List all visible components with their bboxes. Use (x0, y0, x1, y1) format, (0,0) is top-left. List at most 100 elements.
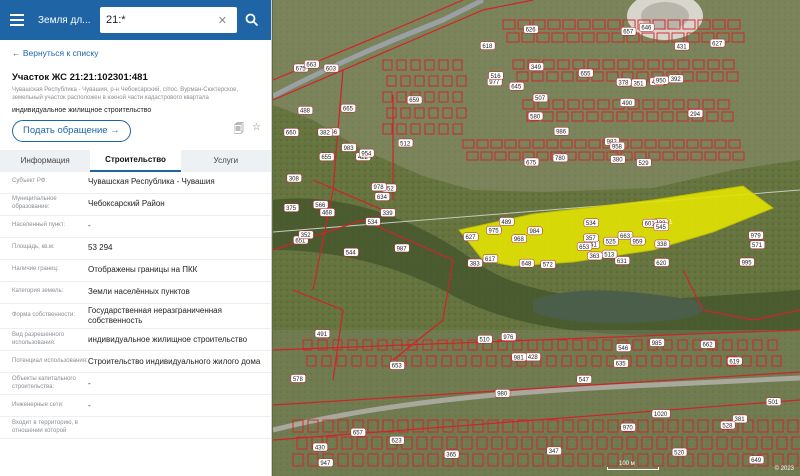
svg-text:383: 383 (470, 261, 481, 267)
svg-text:978: 978 (374, 185, 385, 191)
lot-number-label: 649 (748, 455, 765, 464)
svg-text:950: 950 (656, 79, 667, 85)
lot-number-label: 618 (480, 41, 496, 50)
svg-text:663: 663 (620, 234, 631, 240)
svg-text:623: 623 (392, 439, 403, 445)
lot-number-label: 380 (610, 155, 626, 164)
search-input[interactable] (106, 14, 218, 26)
attribute-key: Субъект РФ: (12, 178, 47, 185)
svg-text:662: 662 (703, 343, 714, 349)
lot-number-label: 571 (749, 240, 766, 249)
submit-request-button[interactable]: Подать обращение → (12, 119, 131, 142)
submit-request-label: Подать обращение → (23, 125, 120, 137)
lot-number-label: 338 (654, 239, 670, 248)
svg-text:375: 375 (286, 206, 297, 212)
satellite-map[interactable]: 481 490488461430436468432428431422489649… (273, 0, 800, 476)
svg-text:1020: 1020 (654, 412, 668, 418)
lot-number-label: 383 (467, 258, 483, 267)
svg-text:534: 534 (368, 220, 379, 226)
tab-construction[interactable]: Строительство (90, 149, 181, 172)
svg-text:665: 665 (343, 106, 354, 112)
lot-number-label: 979 (748, 230, 764, 240)
svg-text:981: 981 (514, 355, 525, 361)
attribute-value: Чебоксарский Район (88, 198, 165, 208)
svg-text:571: 571 (752, 243, 763, 249)
svg-text:620: 620 (656, 261, 667, 267)
lot-number-label: 985 (649, 338, 665, 347)
layer-select[interactable]: Земля дл... ▾ (38, 15, 90, 26)
parcel-purpose: индивидуальное жилищное строительство (12, 106, 152, 114)
attribute-key: Категория земель: (12, 288, 64, 295)
svg-text:491: 491 (317, 332, 328, 338)
search-button[interactable] (239, 7, 265, 33)
search-icon (245, 13, 259, 27)
svg-text:381: 381 (735, 417, 746, 423)
lot-number-label: 947 (318, 458, 334, 467)
svg-text:627: 627 (466, 235, 477, 241)
svg-text:983: 983 (344, 146, 355, 152)
svg-text:547: 547 (579, 378, 590, 384)
attribute-value: - (88, 220, 91, 230)
svg-text:512: 512 (400, 141, 411, 147)
svg-text:979: 979 (751, 234, 762, 240)
top-bar: Земля дл... ▾ ✕ (0, 0, 271, 40)
clear-icon[interactable]: ✕ (218, 14, 227, 27)
lot-number-label: 665 (340, 103, 356, 112)
attribute-value: Отображены границы на ПКК (88, 264, 198, 274)
lot-number-label: 780 (552, 153, 569, 162)
svg-text:430: 430 (315, 445, 326, 451)
svg-text:580: 580 (530, 114, 541, 120)
lot-number-label: 662 (700, 340, 716, 349)
svg-text:986: 986 (556, 130, 567, 136)
svg-text:578: 578 (293, 377, 304, 383)
svg-text:653: 653 (579, 245, 590, 251)
parcel-title: Участок ЖС 21:21:102301:481 (12, 72, 148, 83)
attribute-key: Муниципальное образование: (12, 196, 57, 211)
lot-number-label: 653 (389, 361, 405, 370)
search-document-icon[interactable]: 🗐 (234, 122, 244, 139)
attributes-list: Субъект РФ: Чувашская Республика - Чуваши… (0, 172, 271, 440)
svg-text:488: 488 (300, 109, 311, 115)
svg-text:490: 490 (622, 101, 633, 107)
lot-number-label: 566 (313, 200, 329, 209)
lot-number-label: 529 (636, 158, 652, 167)
svg-text:534: 534 (586, 221, 597, 227)
svg-text:338: 338 (657, 242, 668, 248)
svg-text:980: 980 (497, 392, 508, 398)
attribute-key: Населенный пункт: (12, 222, 66, 229)
lot-number-label: 655 (319, 152, 335, 161)
star-icon[interactable]: ☆ (252, 122, 261, 139)
svg-text:572: 572 (543, 263, 554, 269)
attribute-key: Входит в территорию, в отношении которой (12, 420, 78, 434)
svg-text:501: 501 (768, 400, 779, 406)
lot-number-label: 501 (765, 397, 782, 406)
lot-number-label: 378 (616, 77, 632, 86)
lot-number-label: 534 (365, 217, 381, 226)
lot-number-label: 513 (601, 249, 618, 258)
lot-number-label: 339 (380, 208, 396, 217)
menu-icon[interactable] (6, 9, 28, 31)
lot-number-label: 975 (486, 225, 502, 234)
back-to-list-link[interactable]: ← Вернуться к списку (12, 48, 271, 58)
svg-text:947: 947 (320, 461, 331, 467)
svg-text:528: 528 (722, 423, 733, 429)
lot-number-label: 648 (519, 258, 535, 268)
attribute-row: Категория земель: Земли населённых пункто… (0, 282, 271, 304)
lot-number-label: 958 (609, 141, 625, 150)
tool-icons: 🗐 ☆ (234, 122, 261, 139)
actions-row: Подать обращение → 🗐 ☆ (12, 119, 261, 142)
lot-number-label: 986 (553, 127, 570, 136)
lot-number-label: 357 (583, 233, 599, 242)
svg-text:977: 977 (489, 80, 500, 86)
attribute-row: Входит в территорию, в отношении которой (0, 417, 271, 440)
map-view[interactable]: 481 490488461430436468432428431422489649… (273, 0, 800, 476)
attribute-value: индивидуальное жилищное строительство (88, 334, 248, 344)
attribute-key: Площадь, кв.м: (12, 244, 55, 251)
tab-info[interactable]: Информация (0, 150, 90, 172)
svg-text:513: 513 (604, 252, 615, 258)
svg-text:634: 634 (377, 195, 388, 201)
tab-services[interactable]: Услуги (181, 150, 271, 172)
svg-text:780: 780 (555, 156, 566, 162)
svg-text:352: 352 (301, 233, 312, 239)
lot-number-label: 626 (523, 24, 539, 34)
